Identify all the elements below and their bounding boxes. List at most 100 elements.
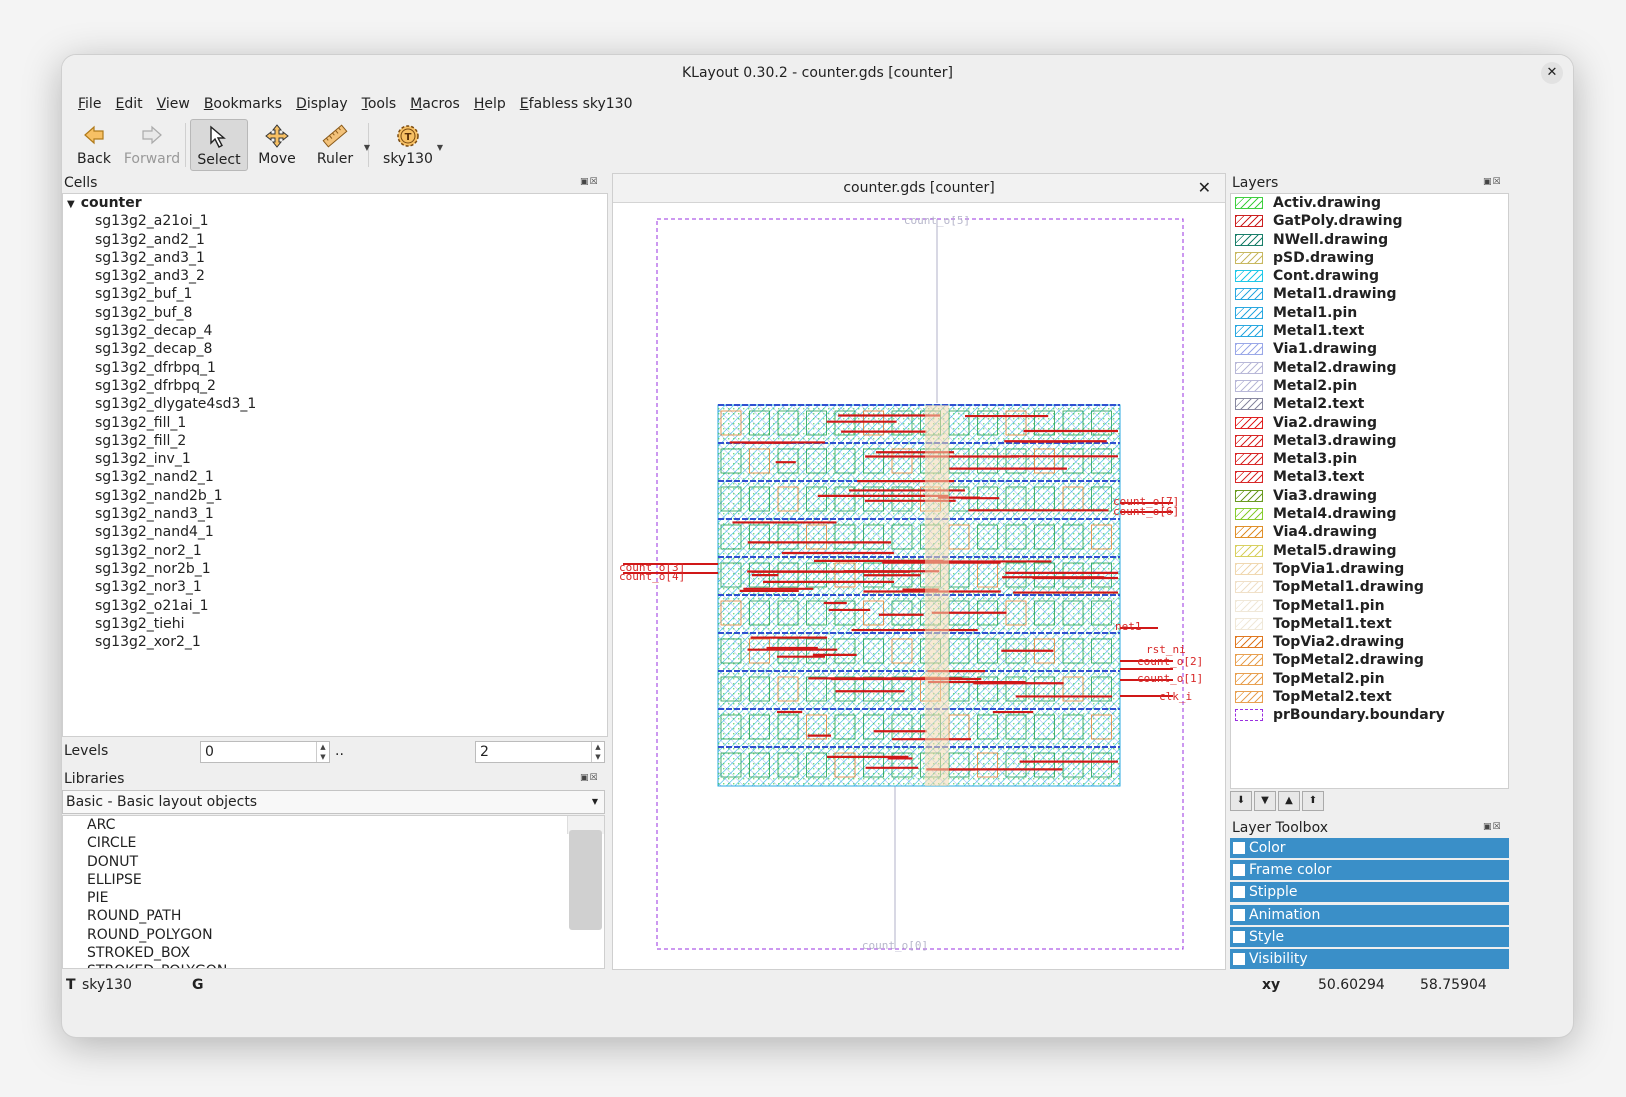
cell-item[interactable]: sg13g2_dfrbpq_2 [63,377,607,395]
library-item[interactable]: CIRCLE [63,834,604,852]
library-item[interactable]: DONUT [63,853,604,871]
cell-item[interactable]: sg13g2_nor2b_1 [63,560,607,578]
ruler-tool-button[interactable]: Ruler ▼ [306,119,370,171]
toolbox-animation[interactable]: Animation [1230,904,1509,925]
layout-view[interactable]: counter.gds [counter] ✕ count_o[5] count… [612,173,1226,970]
checkbox[interactable] [1233,842,1245,854]
toolbox-frame-color[interactable]: Frame color [1230,860,1509,881]
layer-row[interactable]: TopVia1.drawing [1231,560,1508,578]
library-item[interactable]: PIE [63,889,604,907]
menu-tools[interactable]: Tools [355,91,404,117]
back-button[interactable]: Back [65,119,123,171]
layer-row[interactable]: Metal3.drawing [1231,432,1508,450]
layer-row[interactable]: TopVia2.drawing [1231,633,1508,651]
cell-item[interactable]: sg13g2_and2_1 [63,231,607,249]
layer-row[interactable]: Via1.drawing [1231,340,1508,358]
levels-from-spinbox[interactable]: 0 ▲ ▼ [200,741,330,763]
layout-tab[interactable]: counter.gds [counter] ✕ [613,174,1225,203]
cell-item[interactable]: sg13g2_inv_1 [63,450,607,468]
ruler-dropdown-icon[interactable]: ▼ [364,143,370,152]
menu-efabless[interactable]: Efabless sky130 [513,91,640,117]
cell-item[interactable]: sg13g2_dlygate4sd3_1 [63,395,607,413]
menu-bookmarks[interactable]: Bookmarks [197,91,289,117]
move-up-icon[interactable]: ▲ [1278,791,1300,811]
cell-item[interactable]: sg13g2_a21oi_1 [63,212,607,230]
close-tab-icon[interactable]: ✕ [1198,174,1211,202]
select-tool-button[interactable]: Select [190,119,248,171]
cell-item[interactable]: sg13g2_buf_8 [63,304,607,322]
menu-macros[interactable]: Macros [403,91,467,117]
move-down-bottom-icon[interactable]: ⬇ [1230,791,1252,811]
cell-item[interactable]: sg13g2_and3_2 [63,267,607,285]
toolbox-stipple[interactable]: Stipple [1230,882,1509,903]
forward-button[interactable]: Forward [123,119,181,171]
cell-item[interactable]: sg13g2_xor2_1 [63,633,607,651]
layer-row[interactable]: Metal1.drawing [1231,285,1508,303]
move-down-icon[interactable]: ▼ [1254,791,1276,811]
library-select[interactable]: Basic - Basic layout objects ▼ [62,790,605,814]
layer-row[interactable]: TopMetal2.drawing [1231,651,1508,669]
library-item[interactable]: ROUND_POLYGON [63,926,604,944]
cell-item[interactable]: sg13g2_buf_1 [63,285,607,303]
layer-row[interactable]: Metal3.text [1231,468,1508,486]
menu-file[interactable]: File [71,91,108,117]
cell-item[interactable]: sg13g2_decap_4 [63,322,607,340]
layer-row[interactable]: TopMetal1.text [1231,615,1508,633]
menu-help[interactable]: Help [467,91,513,117]
layer-row[interactable]: Via3.drawing [1231,487,1508,505]
move-up-top-icon[interactable]: ⬆ [1302,791,1324,811]
cell-item[interactable]: sg13g2_nand2_1 [63,468,607,486]
layer-row[interactable]: Metal5.drawing [1231,542,1508,560]
menu-display[interactable]: Display [289,91,355,117]
library-item[interactable]: STROKED_BOX [63,944,604,962]
cell-item[interactable]: sg13g2_fill_1 [63,414,607,432]
technology-button[interactable]: T sky130 ▼ [379,119,443,171]
cell-item[interactable]: sg13g2_o21ai_1 [63,597,607,615]
menu-edit[interactable]: Edit [108,91,149,117]
checkbox[interactable] [1233,908,1245,921]
layer-row[interactable]: Metal2.text [1231,395,1508,413]
layer-row[interactable]: Metal2.drawing [1231,359,1508,377]
libraries-dock-buttons[interactable]: ▣☒ [580,773,599,783]
layer-row[interactable]: NWell.drawing [1231,231,1508,249]
cell-item[interactable]: sg13g2_nand3_1 [63,505,607,523]
cell-item[interactable]: sg13g2_dfrbpq_1 [63,359,607,377]
layout-canvas[interactable]: count_o[5] count_o[0] count_o[3] count_o… [613,203,1225,969]
cell-item[interactable]: sg13g2_nand4_1 [63,523,607,541]
library-scrollbar[interactable]: ▲ ▼ [567,816,604,930]
layer-row[interactable]: Metal1.pin [1231,304,1508,322]
checkbox[interactable] [1233,886,1245,899]
layers-dock-buttons[interactable]: ▣☒ [1483,177,1502,187]
cell-item[interactable]: sg13g2_and3_1 [63,249,607,267]
layer-row[interactable]: Metal1.text [1231,322,1508,340]
layer-row[interactable]: Via4.drawing [1231,523,1508,541]
cell-item[interactable]: sg13g2_nor3_1 [63,578,607,596]
technology-dropdown-icon[interactable]: ▼ [437,143,443,152]
toolbox-visibility[interactable]: Visibility [1230,948,1509,969]
expand-arrow-icon[interactable]: ▼ [67,199,75,210]
library-item[interactable]: ROUND_PATH [63,907,604,925]
checkbox[interactable] [1233,930,1245,943]
move-tool-button[interactable]: Move [248,119,306,171]
cells-dock-buttons[interactable]: ▣☒ [580,177,599,187]
layer-row[interactable]: GatPoly.drawing [1231,212,1508,230]
scroll-down-icon[interactable]: ▼ [592,816,604,834]
levels-to-spinbox[interactable]: 2 ▲ ▼ [475,741,605,763]
layer-row[interactable]: Metal2.pin [1231,377,1508,395]
toolbox-color[interactable]: Color [1230,838,1509,858]
cell-item[interactable]: sg13g2_tiehi [63,615,607,633]
layer-row[interactable]: TopMetal2.pin [1231,670,1508,688]
toolbox-style[interactable]: Style [1230,926,1509,947]
library-item[interactable]: ARC [63,816,604,834]
library-item[interactable]: ELLIPSE [63,871,604,889]
menu-view[interactable]: View [150,91,197,117]
layer-row[interactable]: Metal4.drawing [1231,505,1508,523]
checkbox[interactable] [1233,952,1245,965]
cell-tree-root[interactable]: ▼ counter [63,194,607,212]
layer-row[interactable]: Cont.drawing [1231,267,1508,285]
cell-item[interactable]: sg13g2_nand2b_1 [63,487,607,505]
layer-row[interactable]: TopMetal1.pin [1231,597,1508,615]
layer-row[interactable]: Activ.drawing [1231,194,1508,212]
spin-arrows-icon[interactable]: ▲ ▼ [591,742,604,762]
layer-row[interactable]: Metal3.pin [1231,450,1508,468]
